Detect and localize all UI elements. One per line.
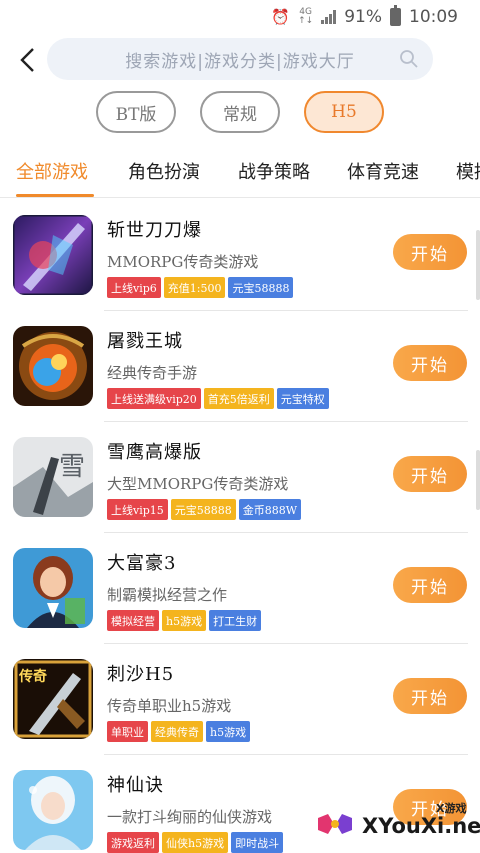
game-tags: 模拟经营 h5游戏 打工生财	[107, 610, 262, 631]
header: 搜索游戏|游戏分类|游戏大厅	[0, 38, 480, 82]
watermark: X游戏 XYouXi.net	[312, 800, 480, 853]
legend-blade-game-icon: 传奇	[13, 659, 93, 739]
game-tag: 金币888W	[238, 499, 302, 520]
active-tab-indicator	[16, 194, 94, 197]
network-indicator: 4G ↑↓	[298, 8, 313, 26]
battery-icon	[390, 5, 401, 26]
game-row[interactable]: 雪 雪鹰高爆版 大型MMORPG传奇类游戏 上线vip15 元宝58888 金币…	[0, 422, 480, 533]
tab-role-playing[interactable]: 角色扮演	[128, 158, 200, 184]
start-game-button[interactable]: 开始	[393, 678, 467, 714]
tab-all-games[interactable]: 全部游戏	[16, 158, 88, 184]
game-title: 大富豪3	[107, 553, 177, 574]
game-description: 传奇单职业h5游戏	[107, 697, 232, 715]
game-description: 一款打斗绚丽的仙侠游戏	[107, 808, 273, 826]
game-row[interactable]: 大富豪3 制霸模拟经营之作 模拟经营 h5游戏 打工生财 开始	[0, 533, 480, 644]
game-tag: 游戏返利	[107, 832, 159, 853]
game-description: 经典传奇手游	[107, 364, 198, 382]
game-description: MMORPG传奇类游戏	[107, 253, 259, 271]
search-icon[interactable]	[399, 49, 419, 73]
game-description: 大型MMORPG传奇类游戏	[107, 475, 289, 493]
game-title: 神仙诀	[107, 775, 164, 796]
game-tag: 单职业	[107, 721, 148, 742]
game-tags: 单职业 经典传奇 h5游戏	[107, 721, 251, 742]
game-tag: 元宝特权	[276, 388, 329, 409]
start-game-button[interactable]: 开始	[393, 345, 467, 381]
game-tag: 元宝58888	[228, 277, 294, 298]
xyouxi-logo-icon	[313, 809, 357, 845]
game-tag: 首充5倍返利	[203, 388, 274, 409]
game-title: 刺沙H5	[107, 664, 175, 685]
start-game-button[interactable]: 开始	[393, 456, 467, 492]
battery-percent: 91%	[344, 7, 382, 27]
game-tag: h5游戏	[162, 610, 207, 631]
category-tabs: 全部游戏 角色扮演 战争策略 体育竞速 模拟	[0, 140, 480, 198]
business-woman-game-icon	[13, 548, 93, 628]
game-tag: 充值1:500	[163, 277, 226, 298]
back-arrow-icon[interactable]	[12, 44, 42, 76]
signal-icon	[321, 10, 337, 24]
snow-eagle-calligraphy: 雪	[59, 452, 85, 482]
game-title: 雪鹰高爆版	[107, 442, 202, 463]
game-tags: 上线vip6 充值1:500 元宝58888	[107, 277, 294, 298]
game-tag: 打工生财	[209, 610, 262, 631]
game-tag: 经典传奇	[151, 721, 203, 742]
version-filter: BT版 常规 H5	[0, 91, 480, 135]
scrollbar[interactable]	[476, 230, 480, 300]
watermark-site-name: XYouXi.net	[362, 814, 480, 838]
search-input[interactable]: 搜索游戏|游戏分类|游戏大厅	[47, 38, 433, 80]
version-bt-button[interactable]: BT版	[96, 91, 176, 133]
game-tag: 模拟经营	[107, 610, 159, 631]
version-h5-button[interactable]: H5	[304, 91, 384, 133]
clock: 10:09	[409, 7, 458, 27]
legend-label: 传奇	[18, 668, 47, 685]
search-placeholder: 搜索游戏|游戏分类|游戏大厅	[125, 51, 355, 72]
game-tag: 上线送满级vip20	[107, 388, 201, 409]
game-row[interactable]: 传奇 刺沙H5 传奇单职业h5游戏 单职业 经典传奇 h5游戏 开始	[0, 644, 480, 755]
game-title: 斩世刀刀爆	[107, 220, 202, 241]
fairy-game-icon	[13, 770, 93, 850]
game-row[interactable]: 斩世刀刀爆 MMORPG传奇类游戏 上线vip6 充值1:500 元宝58888…	[0, 200, 480, 311]
start-game-button[interactable]: 开始	[393, 234, 467, 270]
game-tag: 元宝58888	[170, 499, 236, 520]
game-tag: 即时战斗	[231, 832, 284, 853]
fire-orb-game-icon	[13, 326, 93, 406]
tab-sports-racing[interactable]: 体育竞速	[347, 158, 419, 184]
status-bar: ⏰ 4G ↑↓ 91% 10:09	[0, 0, 480, 34]
game-row[interactable]: 屠戮王城 经典传奇手游 上线送满级vip20 首充5倍返利 元宝特权 开始	[0, 311, 480, 422]
tab-war-strategy[interactable]: 战争策略	[238, 158, 310, 184]
game-tags: 上线送满级vip20 首充5倍返利 元宝特权	[107, 388, 329, 409]
game-tag: 上线vip6	[107, 277, 161, 298]
game-title: 屠戮王城	[107, 331, 183, 352]
version-regular-button[interactable]: 常规	[200, 91, 280, 133]
game-tag: 上线vip15	[107, 499, 168, 520]
game-tags: 上线vip15 元宝58888 金币888W	[107, 499, 302, 520]
network-arrows: ↑↓	[298, 16, 314, 26]
game-tag: h5游戏	[206, 721, 251, 742]
snow-eagle-game-icon: 雪	[13, 437, 93, 517]
start-game-button[interactable]: 开始	[393, 567, 467, 603]
alarm-icon: ⏰	[271, 8, 291, 26]
game-description: 制霸模拟经营之作	[107, 586, 228, 604]
scrollbar[interactable]	[476, 450, 480, 510]
game-tags: 游戏返利 仙侠h5游戏 即时战斗	[107, 832, 284, 853]
tab-simulation[interactable]: 模拟	[456, 158, 480, 184]
game-tag: 仙侠h5游戏	[162, 832, 229, 853]
sword-warrior-game-icon	[13, 215, 93, 295]
